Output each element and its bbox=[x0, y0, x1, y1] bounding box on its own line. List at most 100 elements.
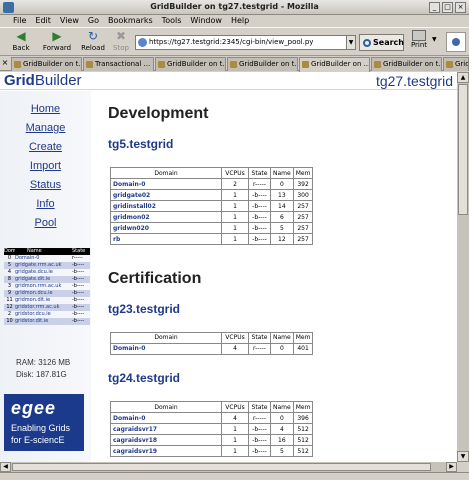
sidebar-link-import[interactable]: Import bbox=[0, 160, 91, 172]
host-title: tg24.testgrid bbox=[108, 371, 181, 386]
section-title: Certification bbox=[108, 269, 202, 287]
menu-bookmarks[interactable]: Bookmarks bbox=[108, 15, 153, 27]
table-cell: 13 bbox=[270, 189, 294, 201]
menu-view[interactable]: View bbox=[60, 15, 79, 27]
sidebar-link-status[interactable]: Status bbox=[0, 179, 91, 191]
pool-table-row: 9 gridmon.dcu.ie -b---- bbox=[4, 290, 90, 297]
table-cell: -b---- bbox=[248, 423, 271, 436]
sidebar-link-home[interactable]: Home bbox=[0, 103, 91, 115]
pool-domain-link[interactable]: gridstor.dit.ie bbox=[15, 318, 48, 324]
scroll-up-icon[interactable]: ▲ bbox=[457, 72, 469, 83]
pool-table-row: 8 gridgate.dit.ie -b---- bbox=[4, 276, 90, 283]
table-cell: 4 bbox=[270, 423, 294, 436]
menu-file[interactable]: File bbox=[13, 15, 26, 27]
sidebar-link-info[interactable]: Info bbox=[0, 198, 91, 210]
column-header: Name bbox=[270, 331, 294, 344]
pool-domain-link[interactable]: gridmon.dit.ie bbox=[15, 297, 50, 303]
stop-button[interactable]: ✖ Stop bbox=[106, 30, 136, 56]
table-cell: 1 bbox=[221, 189, 249, 201]
pool-domain-link[interactable]: gridgate.dit.ie bbox=[15, 276, 50, 282]
reload-button[interactable]: ↻ Reload bbox=[78, 30, 108, 56]
domain-table: Domain VCPUs State Name Mem Domain-0 2 r----- 0 3… bbox=[110, 167, 314, 245]
table-cell: 0 bbox=[270, 178, 294, 190]
domain-name-link[interactable]: Domain-0 bbox=[110, 412, 222, 425]
url-input[interactable]: https://tg27.testgrid:2345/cgi-bin/view_… bbox=[135, 35, 356, 50]
maximize-button[interactable]: □ bbox=[442, 2, 453, 13]
pool-domain-link[interactable]: gridgate.rrm.ac.uk bbox=[15, 262, 62, 268]
pool-domain-id: 3 bbox=[7, 283, 12, 289]
domain-name-link[interactable]: gridinstall02 bbox=[110, 200, 222, 212]
sidebar-link-create[interactable]: Create bbox=[0, 141, 91, 153]
close-tab-icon[interactable]: × bbox=[0, 57, 10, 70]
sidebar-link-manage[interactable]: Manage bbox=[0, 122, 91, 134]
table-cell: -b---- bbox=[248, 200, 271, 212]
menu-edit[interactable]: Edit bbox=[35, 15, 51, 27]
menu-go[interactable]: Go bbox=[88, 15, 99, 27]
host-title: tg5.testgrid bbox=[108, 137, 174, 151]
url-text: https://tg27.testgrid:2345/cgi-bin/view_… bbox=[149, 38, 314, 46]
domain-name-link[interactable]: gridmon02 bbox=[110, 211, 222, 223]
vertical-scroll-thumb[interactable] bbox=[458, 84, 468, 215]
domain-name-link[interactable]: gridgate02 bbox=[110, 189, 222, 201]
tab-1[interactable]: GridBuilder on t... bbox=[11, 57, 82, 71]
domain-name-link[interactable]: cagraidsvr17 bbox=[110, 423, 222, 436]
table-cell: -b---- bbox=[248, 211, 271, 223]
tab-4[interactable]: GridBuilder on t... bbox=[227, 57, 298, 71]
menu-help[interactable]: Help bbox=[231, 15, 249, 27]
domain-name-link[interactable]: cagraidsvr19 bbox=[110, 445, 222, 458]
url-dropdown-button[interactable]: ▼ bbox=[346, 35, 356, 50]
minimize-button[interactable]: _ bbox=[429, 2, 440, 13]
horizontal-scrollbar[interactable]: ◀ ▶ bbox=[0, 462, 457, 472]
tab-5-active[interactable]: GridBuilder on ... bbox=[299, 57, 370, 72]
tab-2[interactable]: Transactional ... bbox=[83, 57, 154, 71]
pool-domain-state: -b---- bbox=[72, 269, 85, 275]
tab-6[interactable]: GridBuilder on t... bbox=[371, 57, 442, 71]
pool-domain-link[interactable]: gridstor.dcu.ie bbox=[15, 311, 51, 317]
domain-name-link[interactable]: rb bbox=[110, 233, 222, 245]
sidebar-link-pool[interactable]: Pool bbox=[0, 217, 91, 229]
close-button[interactable]: × bbox=[455, 2, 466, 13]
pool-domain-id: 0 bbox=[7, 255, 12, 261]
forward-button[interactable]: ▶ Forward bbox=[42, 30, 72, 56]
search-icon bbox=[363, 39, 371, 47]
pool-table-row: 3 gridmon.rrm.ac.uk -b---- bbox=[4, 283, 90, 290]
column-header: Mem bbox=[292, 331, 314, 344]
page-icon bbox=[302, 61, 309, 68]
scroll-right-icon[interactable]: ▶ bbox=[446, 462, 457, 472]
domain-name-link[interactable]: Domain-0 bbox=[110, 178, 222, 190]
pool-domain-link[interactable]: gridstor.rrm.ac.uk bbox=[15, 304, 59, 310]
column-header: Mem bbox=[292, 167, 314, 179]
table-cell: 257 bbox=[292, 211, 314, 223]
page-icon bbox=[230, 61, 237, 68]
domain-name-link[interactable]: gridwn020 bbox=[110, 222, 222, 234]
domain-name-link[interactable]: Domain-0 bbox=[110, 342, 222, 355]
tab-7[interactable]: GridBuilder on t... bbox=[443, 57, 469, 71]
pool-domain-link[interactable]: gridmon.rrm.ac.uk bbox=[15, 283, 61, 289]
pool-table-row: 11 gridmon.dit.ie -b---- bbox=[4, 297, 90, 304]
search-button[interactable]: Search bbox=[359, 34, 404, 51]
tab-3[interactable]: GridBuilder on t... bbox=[155, 57, 226, 71]
column-header: State bbox=[248, 331, 271, 344]
pool-domain-link[interactable]: gridmon.dcu.ie bbox=[15, 290, 53, 296]
menu-tools[interactable]: Tools bbox=[162, 15, 182, 27]
vertical-scrollbar[interactable]: ▲ ▼ bbox=[457, 72, 469, 462]
menu-window[interactable]: Window bbox=[190, 15, 222, 27]
print-dropdown-icon[interactable]: ▼ bbox=[432, 36, 437, 43]
pool-domain-link[interactable]: Domain-0 bbox=[15, 255, 39, 261]
table-cell: -b---- bbox=[248, 434, 271, 447]
table-cell: 0 bbox=[270, 412, 294, 425]
back-button[interactable]: ◀ Back bbox=[6, 30, 36, 56]
domain-table-header: Domain VCPUs State Name Mem bbox=[110, 331, 314, 344]
egee-logo[interactable]: egee Enabling Grids for E-sciencE bbox=[4, 394, 84, 451]
scroll-down-icon[interactable]: ▼ bbox=[457, 451, 469, 462]
column-header: State bbox=[248, 167, 271, 179]
print-button[interactable]: Print bbox=[408, 30, 430, 56]
table-row: cagraidsvr18 1 -b---- 16 512 bbox=[110, 434, 314, 447]
domain-name-link[interactable]: cagraidsvr18 bbox=[110, 434, 222, 447]
gridbuilder-logo[interactable]: GridBuilder bbox=[4, 72, 82, 90]
horizontal-scroll-thumb[interactable] bbox=[12, 463, 431, 471]
back-arrow-icon: ◀ bbox=[16, 29, 26, 43]
table-cell: 2 bbox=[221, 178, 249, 190]
pool-domain-link[interactable]: gridgate.dcu.ie bbox=[15, 269, 53, 275]
scroll-left-icon[interactable]: ◀ bbox=[0, 462, 11, 472]
